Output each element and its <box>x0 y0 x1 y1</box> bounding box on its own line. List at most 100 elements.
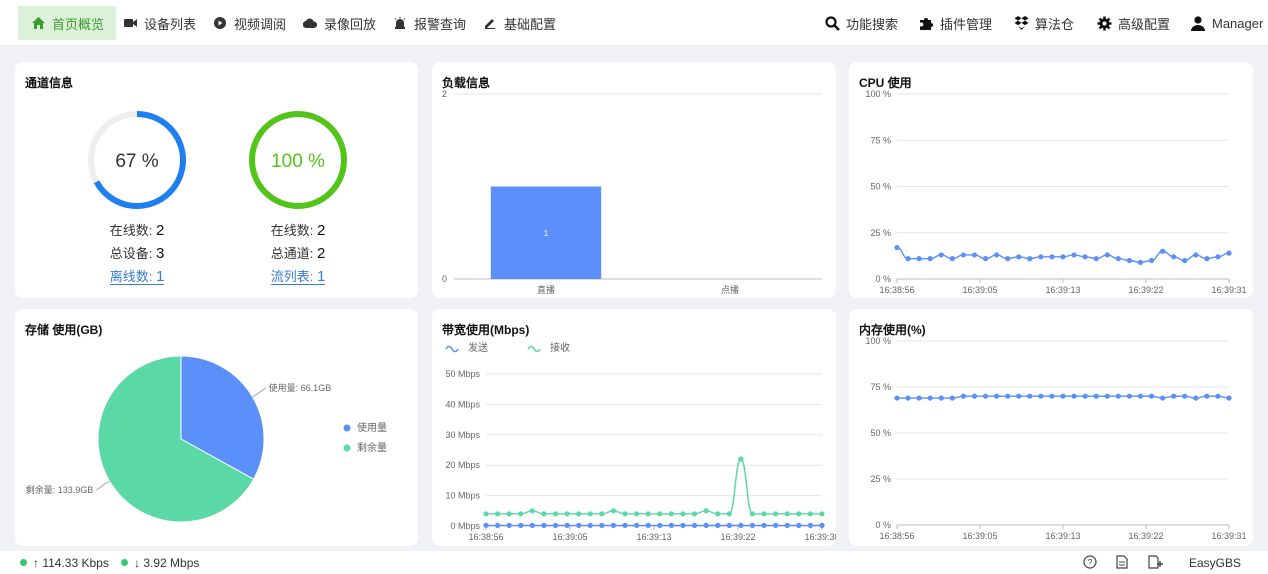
data-point <box>761 522 767 528</box>
video-camera-icon <box>122 18 138 28</box>
data-point <box>552 522 559 528</box>
data-point <box>634 522 640 528</box>
upload-status-dot <box>20 559 27 566</box>
data-point <box>1071 252 1077 258</box>
bar-value-label: 1 <box>544 229 549 238</box>
data-point <box>761 511 767 517</box>
nav-function-search[interactable]: 功能搜索 <box>824 6 898 40</box>
data-point <box>971 252 978 258</box>
legend-label: 剩余量 <box>357 441 387 454</box>
data-point <box>1104 252 1110 258</box>
x-tick-label: 点播 <box>721 284 739 295</box>
nav-user-menu[interactable]: Manager <box>1190 6 1263 40</box>
device-offline-link[interactable]: 离线数: 1 <box>77 266 197 285</box>
data-point <box>994 252 1000 258</box>
y-tick-label: 40 Mbps <box>445 399 480 409</box>
nav-algorithm-store[interactable]: 算法仓 <box>1013 6 1074 40</box>
data-point <box>483 511 489 517</box>
data-point <box>749 522 756 528</box>
data-point <box>1148 257 1155 264</box>
data-point <box>645 511 651 517</box>
data-point <box>982 256 989 262</box>
data-point <box>1038 254 1044 260</box>
data-point <box>1148 393 1155 399</box>
data-point <box>703 508 709 514</box>
data-point <box>784 511 790 517</box>
data-point <box>564 522 570 528</box>
data-point <box>715 511 721 517</box>
data-point <box>1005 393 1011 399</box>
nav-label: Manager <box>1212 15 1264 31</box>
data-point <box>622 511 628 517</box>
nav-label: 算法仓 <box>1035 16 1075 32</box>
data-point <box>738 522 744 528</box>
nav-device-list[interactable]: 设备列表 <box>122 6 196 40</box>
dropbox-icon <box>1013 16 1029 30</box>
data-point <box>1171 393 1177 399</box>
data-point <box>576 511 582 517</box>
nav-advanced-config[interactable]: 高级配置 <box>1096 6 1170 40</box>
upload-rate: ↑ 114.33 Kbps <box>33 556 109 570</box>
device-total-count: 总设备: 3 <box>109 245 165 262</box>
document-icon[interactable] <box>1116 555 1128 572</box>
data-point <box>564 511 570 517</box>
legend-label: 接收 <box>550 341 570 354</box>
data-point <box>1126 393 1132 399</box>
nav-playback[interactable]: 录像回放 <box>302 6 376 40</box>
data-point <box>587 511 593 517</box>
pie-slice-label: 剩余量: 133.9GB <box>26 484 94 495</box>
data-point <box>796 511 802 517</box>
data-point <box>1016 393 1022 399</box>
data-point <box>949 256 955 262</box>
nav-home[interactable]: 首页概览 <box>18 6 117 40</box>
data-point <box>949 395 955 401</box>
channel-online-percent: 100 % <box>271 151 325 172</box>
nav-label: 功能搜索 <box>846 16 899 32</box>
data-point <box>529 508 535 514</box>
add-file-icon[interactable] <box>1148 555 1163 572</box>
legend-swatch <box>527 345 541 353</box>
data-point <box>1115 393 1121 399</box>
data-point <box>622 522 628 528</box>
data-point <box>1093 256 1099 262</box>
nav-alarm[interactable]: 报警查询 <box>392 6 466 40</box>
x-tick-label: 16:39:05 <box>552 532 587 542</box>
data-point <box>691 511 698 517</box>
nav-basic-config[interactable]: 基础配置 <box>482 6 556 40</box>
data-point <box>773 522 779 528</box>
data-point <box>819 522 825 528</box>
data-point <box>1027 393 1033 399</box>
cloud-icon <box>302 18 318 28</box>
data-point <box>506 511 512 517</box>
data-point <box>518 511 524 517</box>
data-point <box>927 256 933 262</box>
load-bar-chart: 2 0 1 直播 点播 <box>442 89 822 295</box>
data-point <box>1093 393 1099 399</box>
nav-plugin-manage[interactable]: 插件管理 <box>918 6 992 40</box>
channel-online-count: 在线数: 2 <box>270 222 326 239</box>
memory-line-chart: 0 % 25 % 50 % 75 % 100 % 16:38:56 16:39:05 16:3… <box>865 336 1246 541</box>
data-point <box>494 511 501 517</box>
brand-label: EasyGBS <box>1189 556 1242 570</box>
y-tick-label: 0 Mbps <box>450 521 480 531</box>
pie-label-line <box>96 480 110 491</box>
data-point <box>807 511 814 517</box>
data-point <box>1038 393 1044 399</box>
data-point <box>599 522 605 528</box>
gear-icon <box>1096 16 1112 31</box>
data-point <box>657 522 663 528</box>
y-tick-label: 50 Mbps <box>445 369 480 379</box>
data-point <box>726 522 732 528</box>
nav-label: 视频调阅 <box>234 16 287 32</box>
data-point <box>796 522 802 528</box>
data-point <box>749 511 756 517</box>
data-point <box>541 522 547 528</box>
y-tick-label: 30 Mbps <box>445 430 480 440</box>
help-icon[interactable]: ? <box>1083 555 1097 572</box>
data-point <box>982 393 989 399</box>
stream-list-link[interactable]: 流列表: 1 <box>238 266 358 285</box>
x-tick-label: 16:39:05 <box>962 285 997 295</box>
x-tick-label: 16:38:56 <box>879 285 914 295</box>
nav-video-view[interactable]: 视频调阅 <box>212 6 286 40</box>
x-tick-label: 16:39:31 <box>1211 285 1246 295</box>
